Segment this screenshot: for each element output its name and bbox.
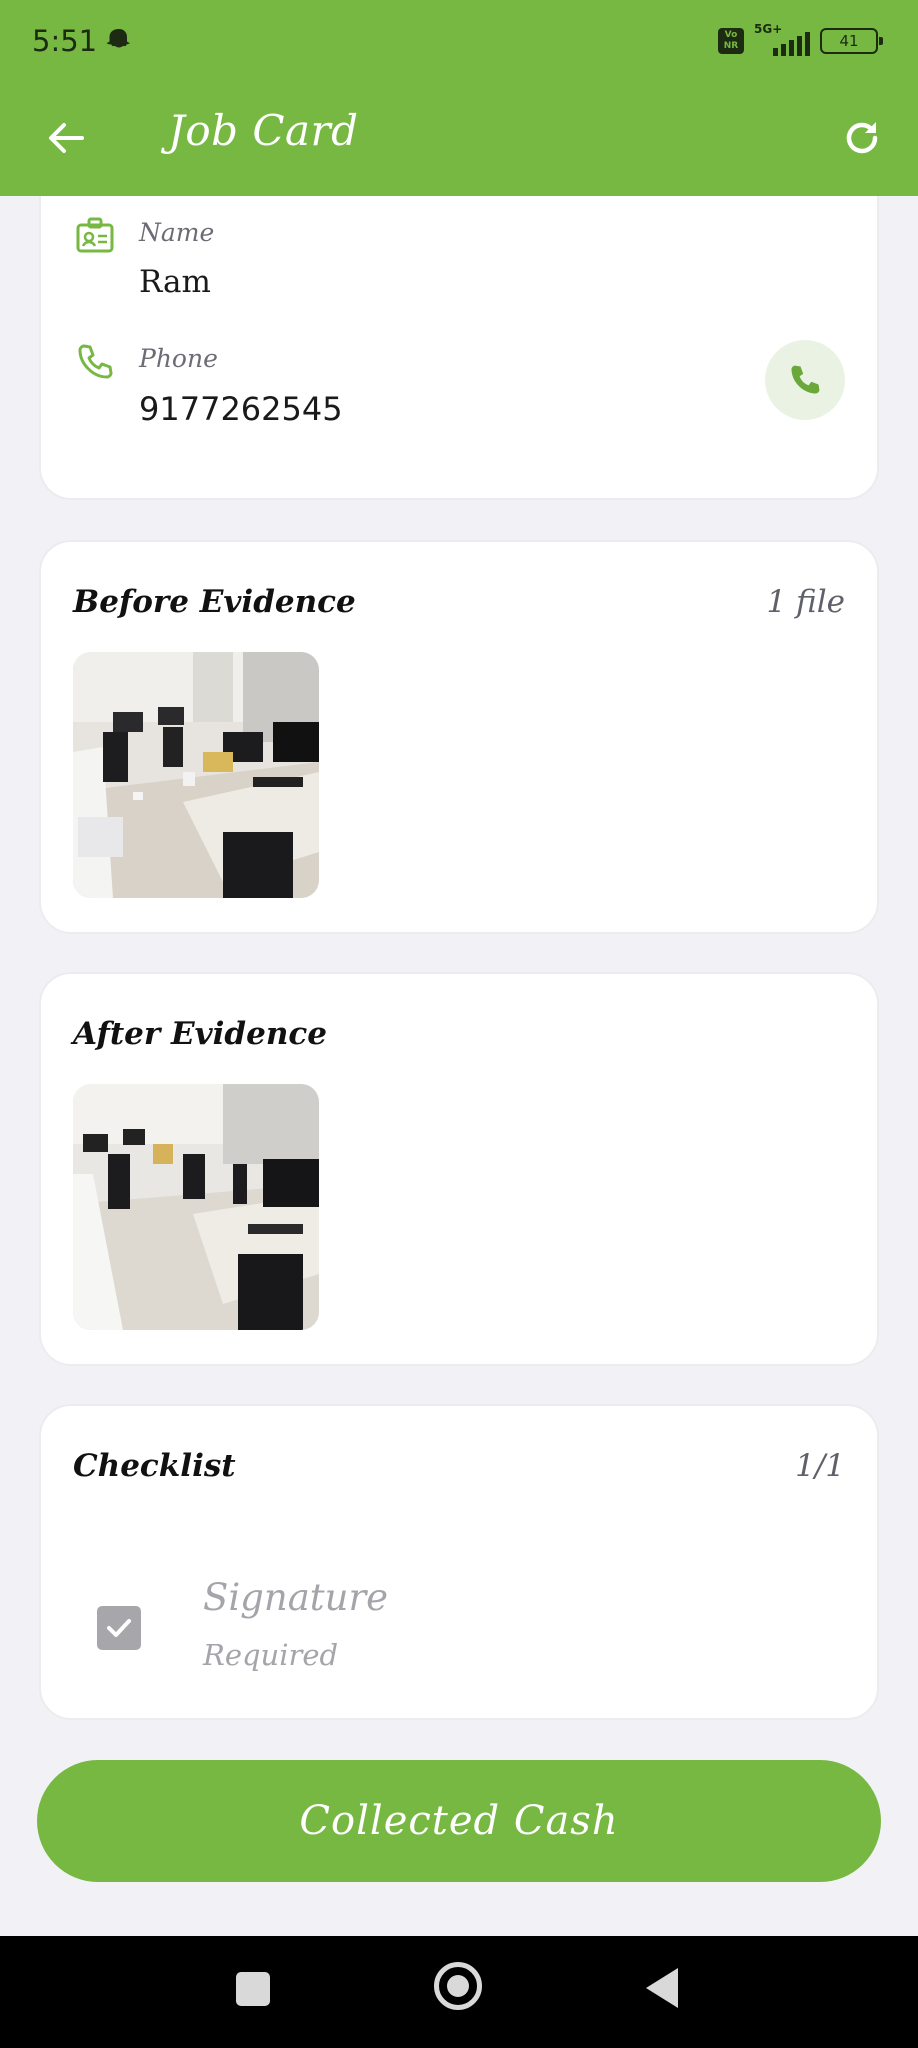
signal-icon: 5G+ (754, 22, 810, 56)
card-title: After Evidence (73, 1016, 327, 1052)
battery-level: 41 (839, 32, 859, 50)
status-bar: 5:51 Vo NR 5G+ 41 (0, 0, 918, 84)
checkbox[interactable] (97, 1606, 141, 1650)
refresh-icon (846, 122, 878, 154)
checklist-item[interactable]: Signature Required (97, 1576, 797, 1686)
home-button[interactable] (434, 1962, 482, 2010)
checkmark-icon (107, 1619, 131, 1637)
phone-value: 9177262545 (139, 390, 343, 428)
collected-cash-button[interactable]: Collected Cash (37, 1760, 881, 1882)
checklist-item-subtitle: Required (203, 1638, 339, 1672)
before-evidence-card: Before Evidence 1 file (39, 540, 879, 934)
ghost-icon (106, 29, 130, 48)
phone-icon (78, 344, 113, 379)
checklist-progress: 1/1 (795, 1448, 845, 1484)
volte-badge: Vo NR (718, 28, 744, 54)
card-title: Before Evidence (73, 584, 356, 620)
call-button[interactable] (765, 340, 845, 420)
office-photo-before (73, 652, 319, 898)
status-time: 5:51 (32, 24, 98, 58)
app-bar: Job Card (0, 84, 918, 196)
after-evidence-card: After Evidence (39, 972, 879, 1366)
arrow-left-icon (49, 123, 84, 153)
name-label: Name (139, 218, 215, 247)
checklist-card: Checklist 1/1 Signature Required (39, 1404, 879, 1720)
system-back-button[interactable] (646, 1968, 678, 2008)
file-count: 1 file (766, 584, 845, 620)
refresh-button[interactable] (834, 110, 890, 166)
id-card-icon (76, 217, 114, 253)
battery-icon: 41 (820, 28, 883, 54)
checklist-item-title: Signature (203, 1576, 389, 1619)
name-value: Ram (139, 264, 211, 300)
page-title: Job Card (168, 106, 359, 155)
status-indicators: Vo NR 5G+ 41 (718, 22, 883, 56)
office-photo-after (73, 1084, 319, 1330)
customer-card: Name Ram Phone 9177262545 (39, 196, 879, 500)
evidence-thumbnail[interactable] (73, 652, 319, 898)
system-nav-bar (0, 1936, 918, 2048)
phone-label: Phone (139, 344, 218, 373)
recents-button[interactable] (236, 1972, 270, 2006)
phone-icon (791, 365, 820, 394)
card-title: Checklist (73, 1448, 236, 1484)
back-button[interactable] (38, 110, 94, 166)
evidence-thumbnail[interactable] (73, 1084, 319, 1330)
